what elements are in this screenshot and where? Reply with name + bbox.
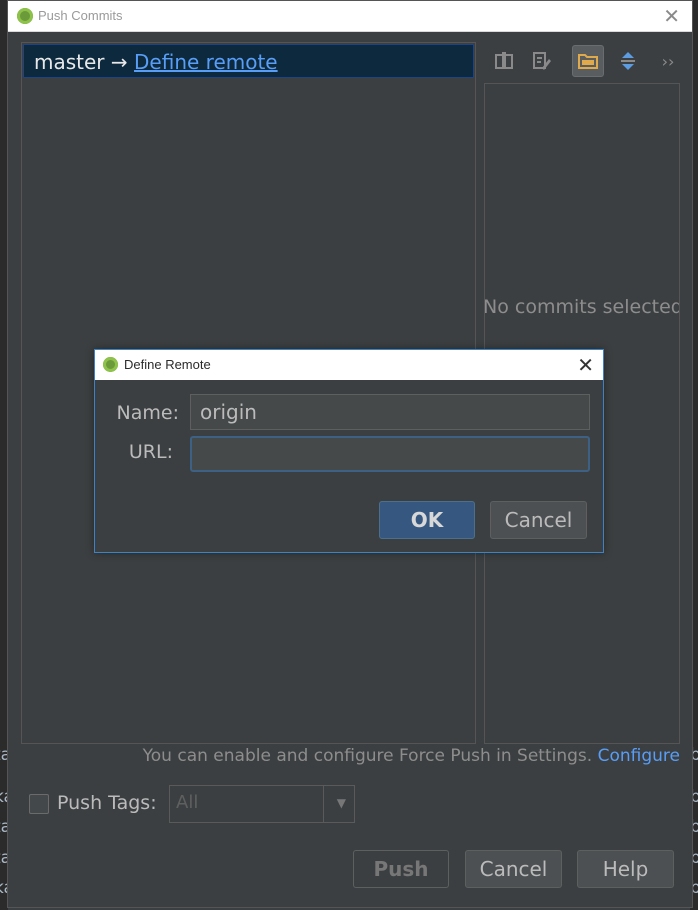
dialog-titlebar: Define Remote ✕ (95, 350, 603, 380)
chevron-down-icon: ▼ (336, 796, 346, 810)
branch-name: master (34, 50, 105, 74)
dialog-title: Define Remote (124, 357, 211, 372)
expand-all-icon[interactable] (612, 45, 644, 77)
android-studio-icon (17, 8, 33, 24)
dialog-cancel-button[interactable]: Cancel (490, 501, 587, 539)
no-commits-label: No commits selected (484, 296, 680, 318)
details-toolbar: ›› (488, 45, 688, 77)
help-button[interactable]: Help (577, 850, 674, 888)
group-by-directory-icon[interactable] (572, 45, 604, 77)
remote-name-field[interactable] (190, 394, 590, 430)
branch-row[interactable]: master → Define remote (23, 44, 474, 78)
edit-source-icon[interactable] (526, 45, 558, 77)
push-tags-value: All (176, 792, 199, 813)
define-remote-link[interactable]: Define remote (134, 50, 278, 74)
window-titlebar: Push Commits ✕ (8, 1, 692, 32)
ok-button[interactable]: OK (379, 501, 475, 539)
push-tags-select: All ▼ (169, 785, 355, 823)
close-icon[interactable]: ✕ (577, 353, 594, 377)
more-actions-icon[interactable]: ›› (652, 45, 684, 77)
url-label: URL: (128, 441, 173, 463)
force-push-text: You can enable and configure Force Push … (142, 746, 593, 766)
cancel-button[interactable]: Cancel (465, 850, 562, 888)
compare-icon[interactable] (488, 45, 520, 77)
force-push-note: You can enable and configure Force Push … (143, 746, 680, 766)
name-label: Name: (116, 402, 179, 424)
close-icon[interactable]: ✕ (663, 4, 680, 28)
android-studio-icon (103, 357, 118, 372)
configure-link[interactable]: Configure (598, 746, 680, 766)
define-remote-dialog: Define Remote ✕ Name: URL: OK Cancel (94, 349, 604, 553)
window-title: Push Commits (38, 8, 123, 23)
push-tags-checkbox[interactable] (29, 794, 49, 814)
push-button: Push (353, 850, 449, 888)
arrow-icon: → (110, 50, 128, 74)
push-tags-label: Push Tags: (57, 792, 157, 814)
remote-url-field[interactable] (190, 436, 590, 472)
